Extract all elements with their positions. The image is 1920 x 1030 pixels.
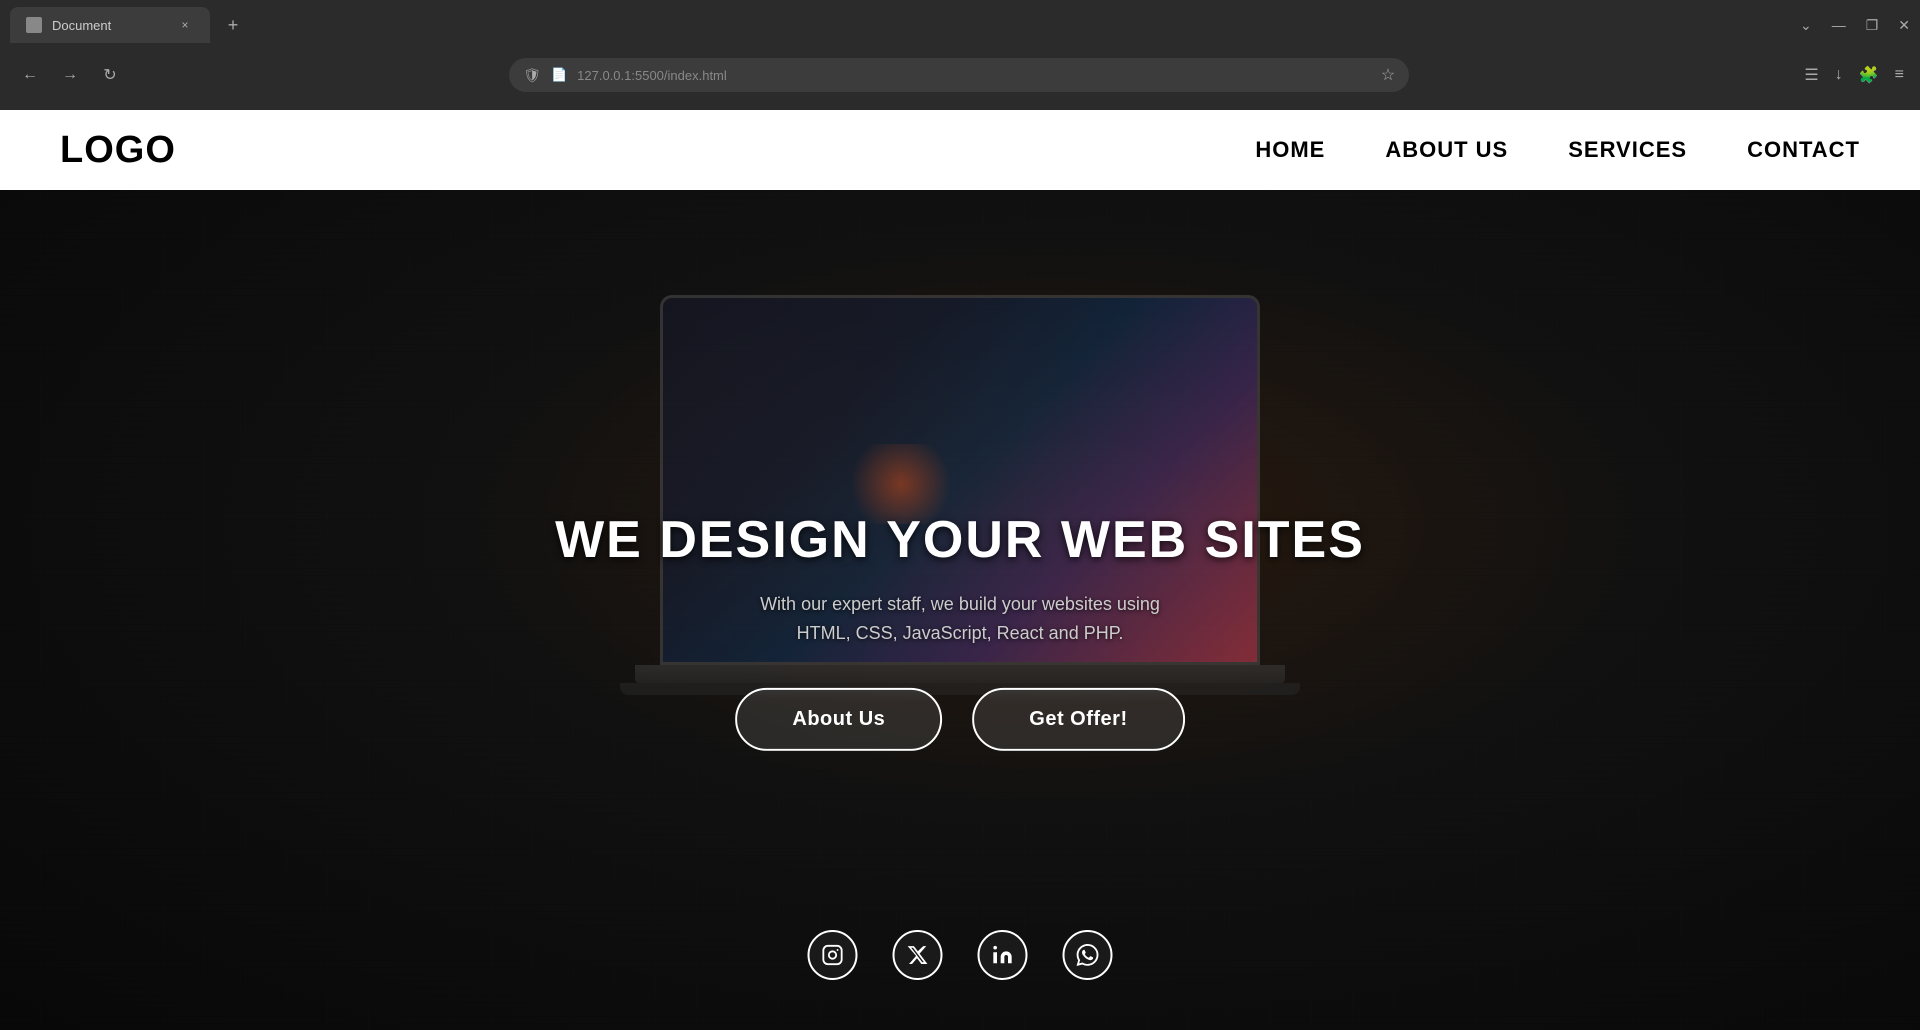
url-display: 127.0.0.1:5500/index.html	[577, 68, 1371, 83]
website-content: LOGO HOME ABOUT US SERVICES CONTACT WE D…	[0, 110, 1920, 1030]
whatsapp-icon[interactable]	[1063, 930, 1113, 980]
browser-chrome: Document × + ⌄ — ❐ ✕ ← → ↻ 🛡 📄 127.0.0.1…	[0, 0, 1920, 110]
bookmark-star-icon[interactable]: ☆	[1381, 65, 1395, 85]
forward-button[interactable]: →	[56, 61, 84, 89]
address-bar[interactable]: 🛡 📄 127.0.0.1:5500/index.html ☆	[509, 58, 1409, 92]
restore-button[interactable]: ❐	[1866, 17, 1879, 34]
new-tab-button[interactable]: +	[218, 10, 248, 40]
navbar: LOGO HOME ABOUT US SERVICES CONTACT	[0, 110, 1920, 190]
titlebar-controls: ⌄ — ❐ ✕	[1800, 17, 1910, 34]
nav-services-link[interactable]: SERVICES	[1568, 137, 1687, 162]
browser-titlebar: Document × + ⌄ — ❐ ✕	[0, 0, 1920, 50]
pocket-icon[interactable]: ☰	[1804, 65, 1818, 85]
get-offer-button[interactable]: Get Offer!	[972, 687, 1184, 750]
linkedin-icon[interactable]	[978, 930, 1028, 980]
nav-links: HOME ABOUT US SERVICES CONTACT	[1255, 137, 1860, 163]
instagram-icon[interactable]	[808, 930, 858, 980]
back-button[interactable]: ←	[16, 61, 44, 89]
nav-services[interactable]: SERVICES	[1568, 137, 1687, 163]
close-button[interactable]: ✕	[1898, 17, 1910, 34]
chevron-down-icon[interactable]: ⌄	[1800, 17, 1812, 34]
hero-subtitle-line1: With our expert staff, we build your web…	[760, 594, 1160, 614]
nav-contact[interactable]: CONTACT	[1747, 137, 1860, 163]
nav-contact-link[interactable]: CONTACT	[1747, 137, 1860, 162]
tab-close-button[interactable]: ×	[176, 16, 194, 34]
hero-buttons: About Us Get Offer!	[555, 687, 1365, 750]
browser-toolbar: ← → ↻ 🛡 📄 127.0.0.1:5500/index.html ☆ ☰ …	[0, 50, 1920, 100]
tab-favicon-icon	[26, 17, 42, 33]
page-icon: 📄	[551, 67, 567, 83]
toolbar-right-icons: ☰ ↓ 🧩 ≡	[1804, 65, 1904, 85]
menu-icon[interactable]: ≡	[1895, 66, 1904, 84]
browser-tab[interactable]: Document ×	[10, 7, 210, 43]
social-icons	[808, 930, 1113, 980]
minimize-button[interactable]: —	[1832, 17, 1846, 33]
nav-about-link[interactable]: ABOUT US	[1385, 137, 1508, 162]
download-icon[interactable]: ↓	[1835, 66, 1843, 84]
about-us-button[interactable]: About Us	[735, 687, 942, 750]
tab-title: Document	[52, 18, 166, 33]
security-shield-icon: 🛡	[523, 67, 541, 84]
x-twitter-icon[interactable]	[893, 930, 943, 980]
refresh-button[interactable]: ↻	[96, 61, 124, 89]
hero-subtitle: With our expert staff, we build your web…	[555, 590, 1365, 648]
hero-subtitle-line2: HTML, CSS, JavaScript, React and PHP.	[797, 623, 1124, 643]
site-logo[interactable]: LOGO	[60, 129, 176, 172]
hero-section: LOGO HOME ABOUT US SERVICES CONTACT WE D…	[0, 110, 1920, 1030]
nav-home[interactable]: HOME	[1255, 137, 1325, 163]
hero-title: WE DESIGN YOUR WEB SITES	[555, 510, 1365, 570]
nav-about[interactable]: ABOUT US	[1385, 137, 1508, 163]
extensions-icon[interactable]: 🧩	[1859, 65, 1879, 85]
nav-home-link[interactable]: HOME	[1255, 137, 1325, 162]
hero-content: WE DESIGN YOUR WEB SITES With our expert…	[555, 510, 1365, 811]
